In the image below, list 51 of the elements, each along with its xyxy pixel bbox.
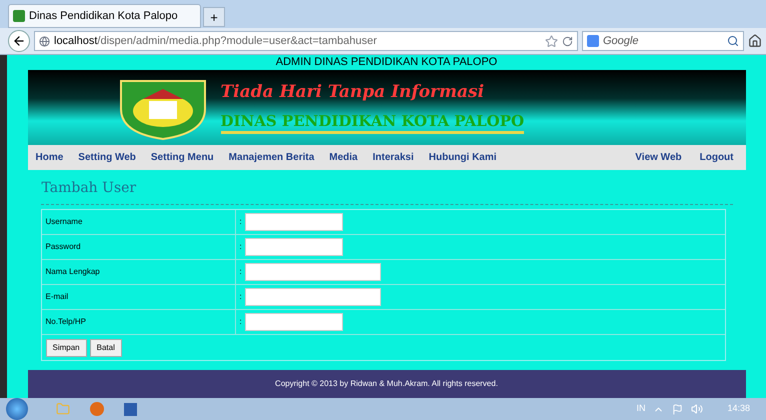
nav-link[interactable]: Interaksi (372, 150, 414, 165)
star-icon[interactable] (545, 34, 558, 48)
url-text: localhost/dispen/admin/media.php?module=user&act=tambahuser (54, 34, 377, 49)
input-field[interactable] (244, 213, 343, 231)
form-heading: Tambah User (40, 178, 732, 205)
field-label: Username (42, 210, 236, 234)
colon-separator: : (240, 216, 242, 228)
page-title: ADMIN DINAS PENDIDIKAN KOTA PALOPO (276, 55, 498, 70)
colon-separator: : (240, 241, 242, 253)
home-icon[interactable] (748, 34, 762, 48)
nav-link[interactable]: Hubungi Kami (428, 150, 497, 165)
nav-link[interactable]: View Web (635, 150, 682, 165)
input-field[interactable] (244, 313, 343, 331)
tab-title: Dinas Pendidikan Kota Palopo (29, 8, 178, 24)
field-label: E-mail (42, 285, 236, 309)
address-field[interactable]: localhost/dispen/admin/media.php?module=user&act=tambahuser (34, 31, 578, 51)
search-field[interactable]: Google (582, 31, 744, 51)
colon-separator: : (240, 316, 242, 328)
copyright-text: Copyright © 2013 by Ridwan & Muh.Akram. All rights reserved. (275, 378, 498, 390)
input-field[interactable] (244, 238, 343, 256)
language-indicator: IN (636, 402, 646, 416)
input-field[interactable] (244, 288, 381, 306)
nav-link[interactable]: Setting Menu (150, 150, 214, 165)
field-label: No.Telp/HP (42, 310, 236, 334)
flag-icon[interactable] (672, 404, 684, 414)
nav-link[interactable]: Manajemen Berita (228, 150, 314, 165)
nav-link[interactable]: Media (329, 150, 358, 165)
search-icon[interactable] (727, 35, 739, 47)
start-button[interactable] (6, 398, 28, 420)
clock-text: 14:38 (727, 402, 750, 416)
banner-title: DINAS PENDIDIKAN KOTA PALOPO (220, 111, 524, 134)
volume-icon[interactable] (691, 403, 704, 415)
form-button[interactable]: Simpan (46, 338, 87, 356)
reload-icon[interactable] (562, 36, 573, 46)
banner-slogan: Tiada Hari Tanpa Informasi (220, 81, 486, 103)
nav-link[interactable]: Logout (700, 150, 734, 165)
favicon-icon (13, 10, 25, 22)
nav-link[interactable]: Home (36, 150, 64, 165)
field-label: Nama Lengkap (42, 260, 236, 284)
form-button[interactable]: Batal (90, 338, 122, 356)
search-placeholder: Google (603, 34, 640, 49)
nav-link[interactable]: Setting Web (78, 150, 136, 165)
input-field[interactable] (244, 263, 381, 281)
colon-separator: : (240, 291, 242, 303)
back-button[interactable] (8, 30, 30, 52)
colon-separator: : (240, 266, 242, 278)
new-tab-button[interactable]: + (203, 7, 225, 27)
globe-icon (39, 36, 50, 46)
field-label: Password (42, 235, 236, 259)
browser-tab[interactable]: Dinas Pendidikan Kota Palopo (8, 4, 201, 28)
folder-icon[interactable] (56, 402, 70, 416)
